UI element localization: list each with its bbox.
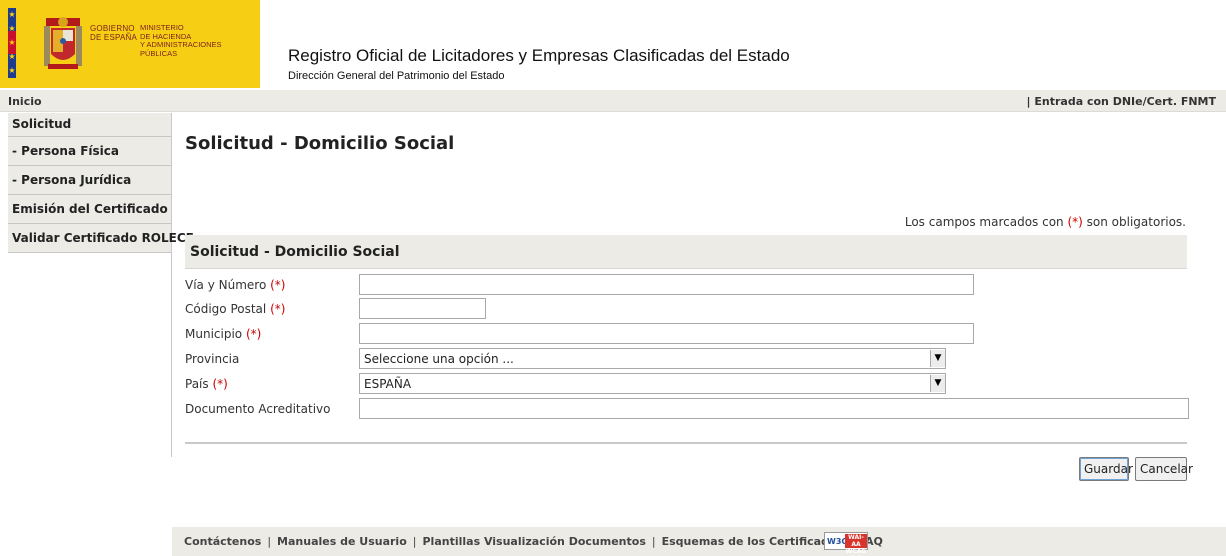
footer: Contáctenos | Manuales de Usuario | Plantill… [172,527,1226,556]
municipio-required-marker: (*) [245,327,262,341]
dropdown-arrow-icon[interactable]: ▼ [930,350,945,367]
municipio-label: Municipio (*) [185,327,261,341]
ministry-line-3: Y ADMINISTRACIONES PÚBLICAS [140,40,222,58]
codigo-postal-input[interactable] [359,298,486,319]
wai-aa-label: WAI-AAWCAG 1.0 [845,534,867,556]
cp-label: Código Postal (*) [185,302,285,316]
sidebar-item-solicitud[interactable]: Solicitud [8,113,171,137]
via-label: Vía y Número (*) [185,278,285,292]
pais-select[interactable]: ESPAÑA ▼ [359,373,946,394]
required-note-prefix: Los campos marcados con [904,215,1068,229]
form-row-documento: Documento Acreditativo [185,398,1195,420]
dnie-login-link[interactable]: | Entrada con DNIe/Cert. FNMT [1027,95,1216,108]
via-numero-input[interactable] [359,274,974,295]
required-fields-note: Los campos marcados con (*) son obligato… [905,215,1186,229]
documento-label: Documento Acreditativo [185,402,331,416]
provincia-select[interactable]: Seleccione una opción ... ▼ [359,348,946,369]
municipio-input[interactable] [359,323,974,344]
site-header: ★ ★ ★ ★ ★ GOBIERNO DE ESPAÑA MINISTERIO DE H… [0,0,1226,90]
top-navigation-bar: Inicio | Entrada con DNIe/Cert. FNMT [0,90,1226,112]
dropdown-arrow-icon[interactable]: ▼ [930,375,945,392]
form-section-header: Solicitud - Domicilio Social [185,235,1187,269]
via-required-marker: (*) [270,278,286,292]
coat-of-arms-icon [44,17,82,69]
sidebar-item-persona-juridica[interactable]: - Persona Jurídica [8,166,171,195]
form-section-title: Solicitud - Domicilio Social [190,244,400,260]
form-row-provincia: Provincia Seleccione una opción ... ▼ [185,348,1195,370]
government-logo[interactable]: ★ ★ ★ ★ ★ GOBIERNO DE ESPAÑA MINISTERIO DE H… [0,0,260,88]
ministry-label: MINISTERIO DE HACIENDA Y ADMINISTRACIONE… [140,23,260,58]
cp-required-marker: (*) [270,302,286,316]
save-button[interactable]: Guardar [1079,457,1133,481]
footer-links: Contáctenos | Manuales de Usuario | Plantill… [184,535,883,548]
wai-aa-text: WAI-AA [848,534,864,548]
footer-separator: | [267,535,272,548]
form-row-cp: Código Postal (*) [185,298,1195,320]
main-content: Solicitud - Domicilio Social Los campos … [185,113,1195,513]
municipio-label-text: Municipio [185,327,246,341]
cancel-button[interactable]: Cancelar [1135,457,1193,481]
wcag-version-text: WCAG 1.0 [845,548,867,556]
form-divider [185,442,1187,444]
pais-required-marker: (*) [212,377,228,391]
sidebar: Solicitud - Persona Física - Persona Jur… [8,113,194,457]
footer-link-esquemas[interactable]: Esquemas de los Certificados [662,535,843,548]
provincia-selected-value: Seleccione una opción ... [364,352,514,366]
via-label-text: Vía y Número [185,278,271,292]
pais-label-text: País [185,377,213,391]
form-row-pais: País (*) ESPAÑA ▼ [185,373,1195,395]
required-note-suffix: son obligatorios. [1082,215,1186,229]
documento-acreditativo-input[interactable] [359,398,1189,419]
sidebar-item-validar-certificado[interactable]: Validar Certificado ROLECE [8,224,194,253]
site-subtitle: Dirección General del Patrimonio del Est… [288,70,505,82]
eu-flag-stripe: ★ ★ ★ ★ ★ [8,8,16,78]
footer-separator: | [651,535,656,548]
cp-label-text: Código Postal [185,302,271,316]
provincia-label: Provincia [185,352,240,366]
pais-selected-value: ESPAÑA [364,377,412,391]
site-title: Registro Oficial de Licitadores y Empres… [288,46,790,65]
home-link[interactable]: Inicio [8,95,42,108]
form-row-via: Vía y Número (*) [185,274,1195,296]
footer-link-plantillas[interactable]: Plantillas Visualización Documentos [422,535,645,548]
sidebar-item-emision-certificado[interactable]: Emisión del Certificado [8,195,171,224]
page-title: Solicitud - Domicilio Social [185,133,455,154]
pais-label: País (*) [185,377,228,391]
gov-line-1: GOBIERNO [90,24,135,33]
wcag-badge-icon[interactable]: W3C WAI-AAWCAG 1.0 [824,532,868,556]
footer-link-manuales[interactable]: Manuales de Usuario [277,535,407,548]
gov-line-2: DE ESPAÑA [90,33,137,42]
footer-separator: | [412,535,417,548]
sidebar-item-persona-fisica[interactable]: - Persona Física [8,137,171,166]
required-marker: (*) [1067,215,1083,229]
government-label: GOBIERNO DE ESPAÑA [90,24,137,42]
form-row-municipio: Municipio (*) [185,323,1195,345]
footer-link-contactenos[interactable]: Contáctenos [184,535,261,548]
